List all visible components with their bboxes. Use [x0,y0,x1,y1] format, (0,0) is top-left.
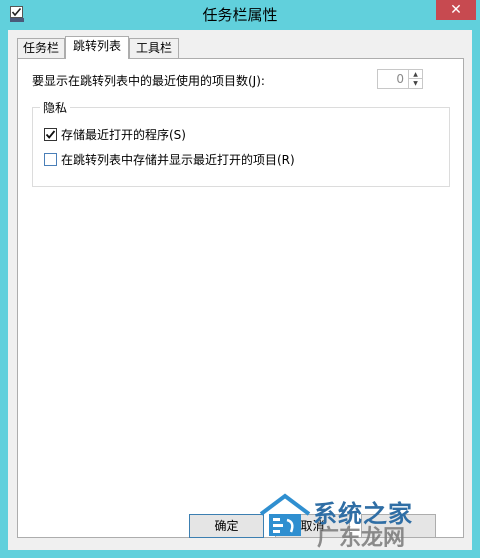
title-bar[interactable]: 任务栏属性 ✕ [0,0,480,30]
dialog-client-area: 任务栏 跳转列表 工具栏 要显示在跳转列表中的最近使用的项目数(J): 0 ▲ … [8,30,472,550]
taskbar-properties-window: 任务栏属性 ✕ 任务栏 跳转列表 工具栏 要显示在跳转列表中的最近使用的项目数(… [0,0,480,558]
store-recent-programs-checkbox[interactable] [44,127,57,141]
store-recent-programs-option[interactable]: 存储最近打开的程序(S) [44,126,186,142]
stepper-up-icon[interactable]: ▲ [408,70,422,79]
tab-taskbar[interactable]: 任务栏 [17,38,65,58]
site-watermark: 系统之家 广东龙网 [255,480,475,558]
watermark-line2: 广东龙网 [317,526,406,551]
recent-items-count-stepper[interactable]: 0 ▲ ▼ [377,69,423,89]
store-recent-items-option[interactable]: 在跳转列表中存储并显示最近打开的项目(R) [44,151,295,167]
store-recent-items-label[interactable]: 在跳转列表中存储并显示最近打开的项目(R) [61,151,295,168]
close-button[interactable]: ✕ [436,0,476,20]
recent-items-count-label: 要显示在跳转列表中的最近使用的项目数(J): [32,74,265,88]
privacy-group-title: 隐私 [40,99,71,116]
jump-lists-panel: 要显示在跳转列表中的最近使用的项目数(J): 0 ▲ ▼ 隐私 存储最近打开的程… [17,58,464,538]
recent-items-count-value[interactable]: 0 [382,72,404,86]
checkmark-icon [45,129,56,139]
privacy-group: 隐私 存储最近打开的程序(S) 在跳转列表中存储并显示最近打开的项目(R) [32,99,450,187]
window-title: 任务栏属性 [202,6,278,24]
house-logo-icon [257,492,313,540]
tab-toolbars[interactable]: 工具栏 [129,38,179,58]
store-recent-programs-label[interactable]: 存储最近打开的程序(S) [61,126,186,143]
store-recent-items-checkbox[interactable] [44,152,57,166]
stepper-down-icon[interactable]: ▼ [408,79,422,88]
ok-button[interactable]: 确定 [189,514,264,538]
tab-jump-lists[interactable]: 跳转列表 [65,36,129,59]
